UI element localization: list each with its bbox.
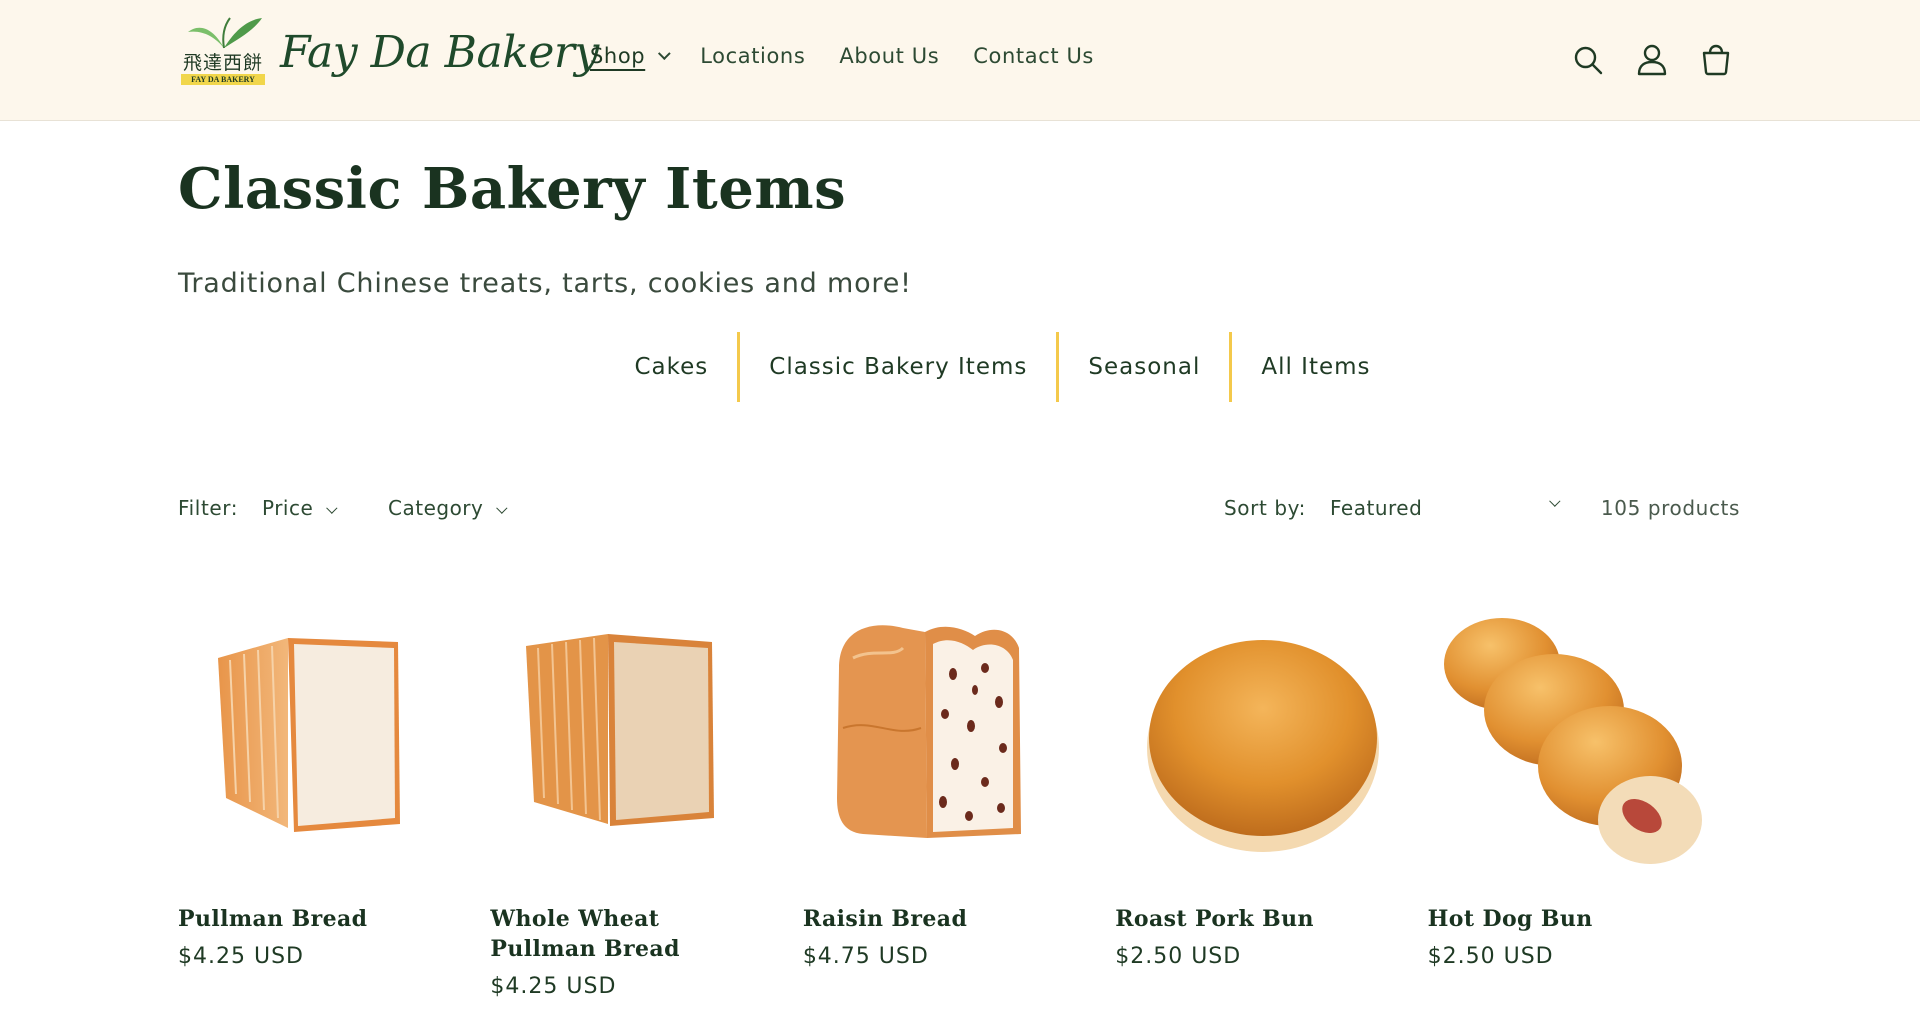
product-price: $4.25 USD: [490, 974, 617, 999]
product-image[interactable]: [1115, 598, 1407, 876]
roast-pork-bun-image: [1147, 640, 1380, 852]
brand-script-name: Fay Da Bakery: [280, 26, 599, 78]
product-image[interactable]: [1428, 598, 1720, 876]
account-button[interactable]: [1634, 40, 1670, 80]
site-header: 飛達西餅 FAY DA BAKERY Fay Da Bakery Shop Lo…: [0, 0, 1920, 121]
brand-ribbon: FAY DA BAKERY: [181, 74, 265, 85]
account-icon: [1637, 44, 1667, 76]
product-price: $4.25 USD: [178, 944, 304, 969]
tab-all-items[interactable]: All Items: [1229, 332, 1399, 402]
chevron-down-icon: [326, 502, 338, 514]
sort-value: Featured: [1330, 496, 1423, 520]
cart-button[interactable]: [1698, 40, 1734, 80]
product-name[interactable]: Whole Wheat Pullman Bread: [490, 904, 760, 964]
header-icons: [1570, 40, 1734, 80]
nav-shop[interactable]: Shop: [590, 44, 671, 68]
leaf-logo-icon: [188, 17, 262, 49]
price-filter-label: Price: [262, 496, 314, 520]
raisin-bread-image: [836, 625, 1021, 838]
nav-locations[interactable]: Locations: [700, 44, 805, 68]
category-tabs: Cakes Classic Bakery Items Seasonal All …: [0, 332, 1920, 402]
product-price: $2.50 USD: [1427, 944, 1554, 969]
page-title: Classic Bakery Items: [178, 156, 847, 222]
chevron-down-icon: [1549, 495, 1561, 507]
sort-label: Sort by:: [1224, 496, 1306, 520]
price-filter-dropdown[interactable]: Price: [262, 496, 338, 520]
filter-bar: Filter: Price Category Sort by: Featured…: [178, 495, 1740, 526]
page-subtitle: Traditional Chinese treats, tarts, cooki…: [178, 268, 912, 299]
tab-classic-bakery-items[interactable]: Classic Bakery Items: [737, 332, 1056, 402]
product-card[interactable]: Pullman Bread $4.25 USD: [178, 598, 490, 999]
product-name[interactable]: Hot Dog Bun: [1428, 904, 1698, 934]
search-icon: [1574, 46, 1603, 75]
hot-dog-bun-image: [1443, 618, 1702, 864]
nav-locations-label: Locations: [700, 44, 806, 68]
product-card[interactable]: Hot Dog Bun $2.50 USD: [1428, 598, 1740, 999]
nav-about-label: About Us: [839, 44, 940, 68]
search-button[interactable]: [1570, 40, 1606, 80]
brand-logo[interactable]: 飛達西餅 FAY DA BAKERY Fay Da Bakery: [178, 12, 599, 92]
product-price: $2.50 USD: [1115, 944, 1242, 969]
category-filter-dropdown[interactable]: Category: [388, 496, 508, 520]
brand-chinese-name: 飛達西餅: [182, 52, 263, 74]
nav-contact-us[interactable]: Contact Us: [973, 44, 1094, 68]
sort-select[interactable]: Featured: [1330, 495, 1561, 520]
product-name[interactable]: Roast Pork Bun: [1115, 904, 1385, 934]
product-grid: Pullman Bread $4.25 USD Whole Wheat Pull…: [178, 598, 1740, 999]
tab-cakes[interactable]: Cakes: [605, 332, 737, 402]
filter-label: Filter:: [178, 496, 239, 520]
chevron-down-icon: [496, 502, 508, 514]
product-image[interactable]: [490, 598, 782, 876]
product-image[interactable]: [178, 598, 470, 876]
product-name[interactable]: Pullman Bread: [178, 904, 448, 934]
product-card[interactable]: Roast Pork Bun $2.50 USD: [1115, 598, 1427, 999]
product-card[interactable]: Whole Wheat Pullman Bread $4.25 USD: [490, 598, 802, 999]
product-count: 105 products: [1600, 496, 1740, 520]
chevron-down-icon: [658, 46, 671, 60]
cart-icon: [1702, 44, 1730, 76]
product-image[interactable]: [803, 598, 1095, 876]
whole-wheat-pullman-image: [526, 634, 715, 826]
tab-seasonal[interactable]: Seasonal: [1056, 332, 1229, 402]
logo-mark: 飛達西餅 FAY DA BAKERY: [178, 12, 266, 92]
product-price: $4.75 USD: [802, 944, 929, 969]
product-card[interactable]: Raisin Bread $4.75 USD: [803, 598, 1115, 999]
nav-about-us[interactable]: About Us: [839, 44, 939, 68]
pullman-bread-image: [218, 638, 400, 832]
nav-contact-label: Contact Us: [973, 44, 1094, 68]
nav-shop-label: Shop: [590, 44, 646, 68]
main-nav: Shop Locations About Us Contact Us: [590, 44, 1128, 68]
product-name[interactable]: Raisin Bread: [803, 904, 1073, 934]
category-filter-label: Category: [388, 496, 484, 520]
